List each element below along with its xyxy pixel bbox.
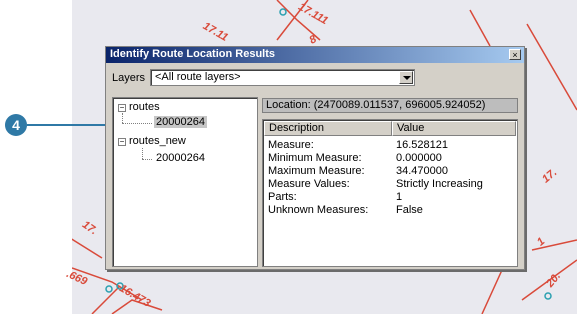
layers-label: Layers <box>112 72 146 84</box>
row-description: Measure Values: <box>268 178 350 190</box>
collapse-icon[interactable]: − <box>118 138 126 146</box>
tree-connector <box>122 113 123 123</box>
table-row[interactable]: Maximum Measure: 34.470000 <box>263 165 515 178</box>
table-row[interactable]: Measure: 16.528121 <box>263 139 515 152</box>
tree-node-route-20000264[interactable]: 20000264 <box>154 116 207 128</box>
row-value: 34.470000 <box>396 165 448 177</box>
close-icon: × <box>512 50 518 60</box>
location-readout: Location: (2470089.011537, 696005.924052… <box>262 98 518 113</box>
column-header-value[interactable]: Value <box>392 121 516 136</box>
table-row[interactable]: Minimum Measure: 0.000000 <box>263 152 515 165</box>
row-value: 16.528121 <box>396 139 448 151</box>
row-description: Measure: <box>268 139 314 151</box>
tree-node-route-20000264[interactable]: 20000264 <box>156 152 205 164</box>
tree-connector <box>142 148 143 159</box>
tree-connector <box>142 159 152 160</box>
row-value: 1 <box>396 191 403 203</box>
table-row[interactable]: Measure Values: Strictly Increasing <box>263 178 515 191</box>
route-tree[interactable]: − routes 20000264 − routes_new 20000264 <box>112 97 258 267</box>
table-row[interactable]: Unknown Measures: False <box>263 204 515 217</box>
collapse-icon[interactable]: − <box>118 104 126 112</box>
callout-number-badge: 4 <box>5 114 27 136</box>
row-value: 0.000000 <box>396 152 442 164</box>
row-value: Strictly Increasing <box>396 178 483 190</box>
table-row[interactable]: Parts: 1 <box>263 191 515 204</box>
row-description: Minimum Measure: <box>268 152 362 164</box>
tree-node-routes-new[interactable]: routes_new <box>129 135 186 147</box>
dialog-title-bar[interactable]: Identify Route Location Results × <box>106 47 524 63</box>
dialog-title: Identify Route Location Results <box>110 48 276 60</box>
row-value: False <box>396 204 423 216</box>
column-header-description[interactable]: Description <box>264 121 392 136</box>
row-description: Maximum Measure: <box>268 165 365 177</box>
attribute-table[interactable]: Description Value Measure: 16.528121 Min… <box>262 119 518 267</box>
layers-dropdown[interactable]: <All route layers> <box>150 69 415 86</box>
layers-dropdown-value: <All route layers> <box>155 71 241 83</box>
table-header: Description Value <box>264 121 516 136</box>
tree-connector <box>122 123 152 124</box>
close-button[interactable]: × <box>509 49 521 60</box>
tree-node-routes[interactable]: routes <box>129 101 160 113</box>
row-description: Unknown Measures: <box>268 204 369 216</box>
row-description: Parts: <box>268 191 297 203</box>
identify-route-location-dialog: Identify Route Location Results × Layers… <box>105 46 525 270</box>
chevron-down-icon[interactable] <box>399 71 413 84</box>
